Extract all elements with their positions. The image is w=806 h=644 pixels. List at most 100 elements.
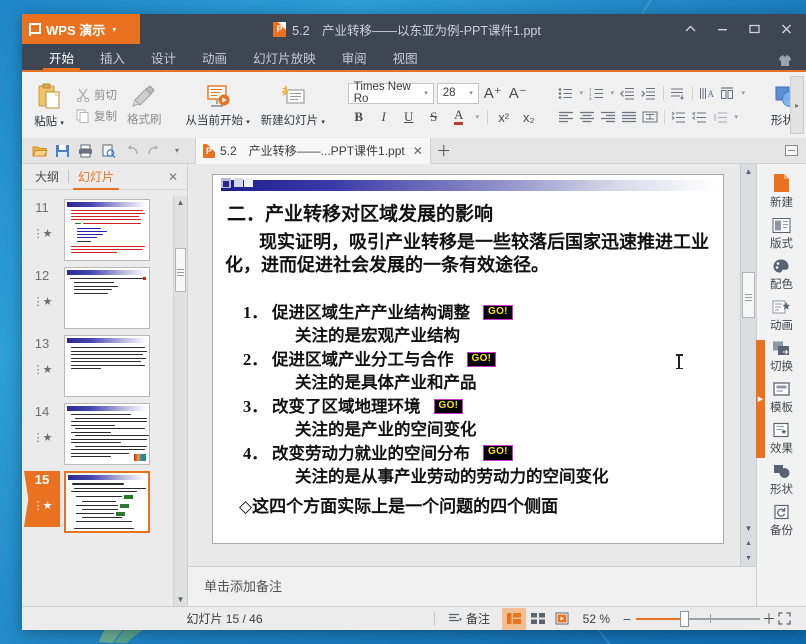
undo-icon[interactable] bbox=[120, 140, 142, 162]
start-from-current-button[interactable]: 从当前开始 ▾ bbox=[182, 81, 254, 130]
scroll-up-small-icon[interactable]: ▲ bbox=[741, 536, 756, 551]
rail-item-template[interactable]: 模板 bbox=[759, 378, 805, 418]
minimize-button[interactable] bbox=[706, 14, 738, 44]
format-painter-button[interactable]: 格式刷 bbox=[123, 82, 166, 129]
strikethrough-button[interactable]: S bbox=[423, 107, 445, 128]
numbered-list-button[interactable]: 123 bbox=[587, 83, 607, 103]
fit-to-window-button[interactable] bbox=[778, 612, 802, 625]
scroll-down-icon[interactable]: ▼ bbox=[174, 593, 187, 606]
rail-item-shape[interactable]: 形状 bbox=[759, 460, 805, 500]
ribbon-tab-insert[interactable]: 插入 bbox=[87, 52, 138, 71]
scroll-down-small-icon[interactable]: ▼ bbox=[741, 551, 756, 566]
new-tab-button[interactable]: ＋ bbox=[432, 138, 456, 164]
close-panel-icon[interactable]: ✕ bbox=[163, 170, 183, 184]
superscript-button[interactable]: x² bbox=[493, 107, 515, 128]
ribbon-tab-animation[interactable]: 动画 bbox=[189, 52, 240, 71]
maximize-button[interactable] bbox=[738, 14, 770, 44]
list-item[interactable]: 15 ⋮★ bbox=[22, 468, 173, 536]
slide-paragraph[interactable]: 现实证明，吸引产业转移是一些较落后国家迅速推进工业化，进而促进社会发展的一条有效… bbox=[225, 231, 717, 278]
customize-toolbar-icon[interactable]: ▾ bbox=[166, 140, 188, 162]
slide-bullet-list[interactable]: 1． 促进区域生产产业结构调整 GO! 关注的是宏观产业结构 2． 促进区域产业… bbox=[243, 301, 713, 488]
chevron-down-icon[interactable]: ▾ bbox=[739, 89, 748, 97]
close-button[interactable] bbox=[770, 14, 802, 44]
view-normal-button[interactable] bbox=[502, 607, 526, 630]
slider-knob[interactable] bbox=[680, 610, 689, 627]
scroll-up-icon[interactable]: ▲ bbox=[174, 196, 187, 209]
list-item[interactable]: 13 ⋮★ bbox=[22, 332, 173, 400]
slide-title[interactable]: 二．产业转移对区域发展的影响 bbox=[227, 199, 493, 226]
redo-icon[interactable] bbox=[143, 140, 165, 162]
increase-indent-button[interactable] bbox=[639, 83, 659, 103]
list-item[interactable]: 12 ⋮★ bbox=[22, 264, 173, 332]
go-badge[interactable]: GO! bbox=[466, 351, 497, 368]
tab-slides[interactable]: 幻灯片 bbox=[69, 164, 123, 190]
distribute-button[interactable] bbox=[640, 107, 660, 127]
rail-collapse-toggle[interactable]: ▶ bbox=[756, 340, 765, 458]
chevron-down-icon[interactable]: ▾ bbox=[732, 113, 741, 121]
notes-toggle-button[interactable]: 备注 bbox=[442, 608, 496, 630]
increase-font-size-button[interactable]: A⁺ bbox=[482, 83, 504, 104]
document-tab[interactable]: 5.2 产业转移——...PPT课件1.ppt ✕ bbox=[195, 137, 431, 164]
paste-button[interactable]: 粘贴 ▾ bbox=[28, 80, 70, 131]
go-badge[interactable]: GO! bbox=[433, 398, 464, 415]
ribbon-tab-home[interactable]: 开始 bbox=[36, 52, 87, 71]
cut-button[interactable]: 剪切 bbox=[72, 85, 121, 105]
new-slide-button[interactable]: 新建幻灯片 ▾ bbox=[256, 81, 330, 130]
rail-item-transition[interactable]: 切换 bbox=[759, 337, 805, 377]
scrollbar-thumb[interactable] bbox=[742, 272, 755, 318]
bold-button[interactable]: B bbox=[348, 107, 370, 128]
scrollbar-thumb[interactable] bbox=[175, 248, 186, 292]
italic-button[interactable]: I bbox=[373, 107, 395, 128]
font-color-button[interactable]: A bbox=[448, 107, 470, 128]
slide-edit-area[interactable]: 二．产业转移对区域发展的影响 现实证明，吸引产业转移是一些较落后国家迅速推进工业… bbox=[188, 164, 756, 566]
text-align-box-button[interactable] bbox=[718, 83, 738, 103]
slide-vertical-scrollbar[interactable]: ▲ ▼ ▲ ▼ bbox=[740, 164, 756, 566]
decrease-indent-button[interactable] bbox=[618, 83, 638, 103]
notes-pane[interactable]: 单击添加备注 bbox=[188, 566, 756, 606]
go-badge[interactable]: GO! bbox=[483, 304, 513, 321]
print-preview-icon[interactable] bbox=[97, 140, 119, 162]
rail-item-effect[interactable]: 效果 bbox=[759, 419, 805, 459]
chevron-down-icon[interactable]: ▾ bbox=[577, 89, 586, 97]
paragraph-spacing-button[interactable] bbox=[711, 107, 731, 127]
ribbon-tab-view[interactable]: 视图 bbox=[380, 52, 431, 71]
rail-item-layout[interactable]: 版式 bbox=[759, 214, 805, 254]
ribbon-tab-slideshow[interactable]: 幻灯片放映 bbox=[240, 52, 329, 71]
print-icon[interactable] bbox=[74, 140, 96, 162]
chevron-down-icon[interactable]: ▾ bbox=[473, 113, 482, 121]
decrease-list-level-button[interactable] bbox=[690, 107, 710, 127]
collapse-ribbon-button[interactable] bbox=[674, 14, 706, 44]
save-icon[interactable] bbox=[51, 140, 73, 162]
font-family-select[interactable]: Times New Ro ▾ bbox=[347, 81, 434, 105]
next-slide-icon[interactable]: ▼ bbox=[741, 521, 756, 536]
open-icon[interactable] bbox=[28, 140, 50, 162]
text-direction-button[interactable]: A bbox=[697, 83, 717, 103]
bullet-list-button[interactable] bbox=[556, 83, 576, 103]
ribbon-expand-button[interactable]: ▸ bbox=[790, 76, 804, 134]
decrease-font-size-button[interactable]: A⁻ bbox=[507, 83, 529, 104]
align-left-button[interactable] bbox=[556, 107, 576, 127]
list-item[interactable]: 14 ⋮★ bbox=[22, 400, 173, 468]
tab-outline[interactable]: 大纲 bbox=[26, 164, 68, 190]
list-item[interactable]: 11 ⋮★ bbox=[22, 196, 173, 264]
rail-item-backup[interactable]: 备份 bbox=[759, 501, 805, 541]
zoom-in-button[interactable]: ＋ bbox=[760, 609, 778, 629]
rail-item-animation[interactable]: 动画 bbox=[759, 296, 805, 336]
ribbon-tab-review[interactable]: 审阅 bbox=[329, 52, 380, 71]
slide-canvas[interactable]: 二．产业转移对区域发展的影响 现实证明，吸引产业转移是一些较落后国家迅速推进工业… bbox=[212, 174, 724, 544]
zoom-slider[interactable] bbox=[636, 609, 760, 629]
zoom-out-button[interactable]: − bbox=[618, 611, 636, 627]
zoom-level[interactable]: 52 % bbox=[574, 612, 618, 626]
rail-item-colors[interactable]: 配色 bbox=[759, 255, 805, 295]
go-badge[interactable]: GO! bbox=[483, 445, 513, 461]
increase-list-level-button[interactable] bbox=[669, 107, 689, 127]
slide-summary-line[interactable]: ◇这四个方面实际上是一个问题的四个侧面 bbox=[239, 492, 558, 517]
scroll-up-icon[interactable]: ▲ bbox=[741, 164, 756, 179]
justify-button[interactable] bbox=[619, 107, 639, 127]
subscript-button[interactable]: x₂ bbox=[518, 107, 540, 128]
view-slide-sorter-button[interactable] bbox=[526, 608, 550, 630]
underline-button[interactable]: U bbox=[398, 107, 420, 128]
thumbnail-scrollbar[interactable]: ▲ ▼ bbox=[173, 196, 187, 606]
align-right-button[interactable] bbox=[598, 107, 618, 127]
app-menu-button[interactable]: WPS 演示 ▾ bbox=[22, 14, 140, 44]
